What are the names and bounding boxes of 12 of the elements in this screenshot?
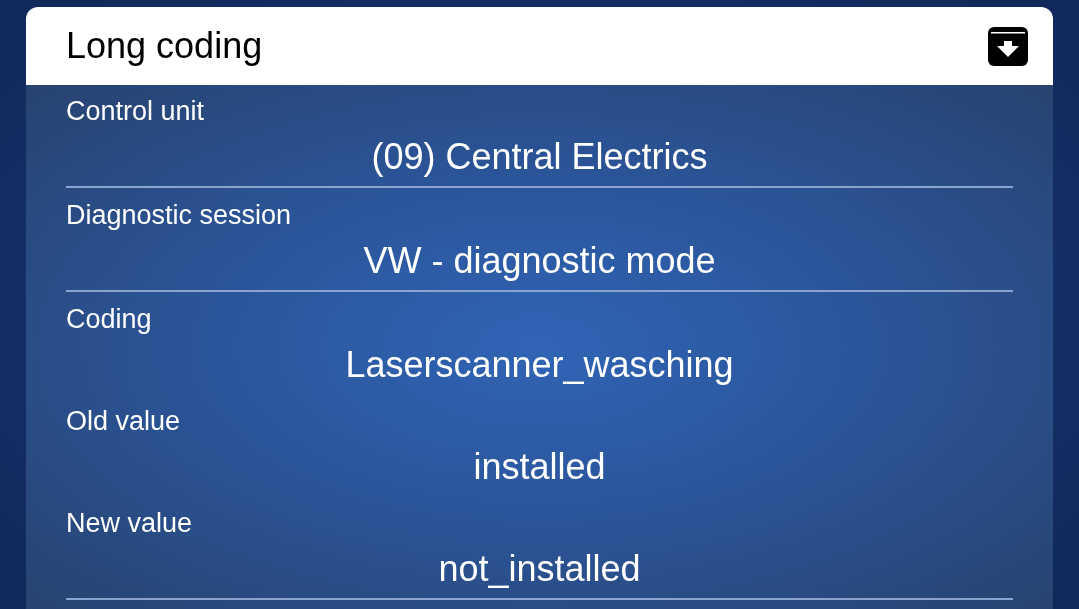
field-label: New value <box>66 507 193 539</box>
field-value: (09) Central Electrics <box>371 137 708 177</box>
field-label: Coding <box>66 303 152 335</box>
field-value: not_installed <box>438 549 641 589</box>
box-arrow-down-icon[interactable] <box>988 26 1028 66</box>
field-value: VW - diagnostic mode <box>363 241 716 281</box>
field-label: Control unit <box>66 95 205 127</box>
field-label: Old value <box>66 405 181 437</box>
field-value: Laserscanner_wasching <box>345 345 734 385</box>
panel-title: Long coding <box>66 24 263 68</box>
field-value: installed <box>473 447 606 487</box>
field-label: Diagnostic session <box>66 199 292 231</box>
